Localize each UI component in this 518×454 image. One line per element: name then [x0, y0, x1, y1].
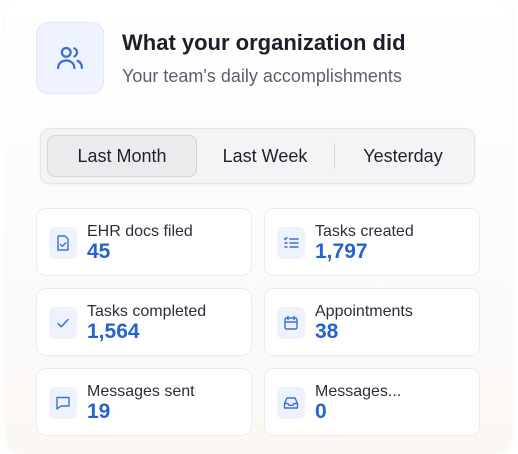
stat-value: 45	[87, 240, 111, 263]
tab-yesterday[interactable]: Yesterday	[337, 135, 469, 177]
stat-ehr-docs-filed: EHR docs filed 45	[36, 208, 252, 276]
message-icon	[49, 387, 77, 419]
stat-label: Messages sent	[87, 383, 195, 400]
stat-value: 19	[87, 400, 111, 423]
calendar-icon	[277, 307, 305, 339]
stat-tasks-completed: Tasks completed 1,564	[36, 288, 252, 356]
users-icon	[36, 22, 104, 94]
stat-messages-received: Messages... 0	[264, 368, 480, 436]
stat-label: Tasks created	[315, 223, 414, 240]
inbox-icon	[277, 387, 305, 419]
list-icon	[277, 227, 305, 259]
stat-label: Appointments	[315, 303, 413, 320]
stat-value: 1,564	[87, 320, 140, 343]
stat-label: EHR docs filed	[87, 223, 193, 240]
stat-value: 1,797	[315, 240, 368, 263]
stat-label: Messages...	[315, 383, 402, 400]
stat-value: 38	[315, 320, 339, 343]
period-selector: Last Month Last Week Yesterday	[40, 128, 475, 184]
stat-appointments: Appointments 38	[264, 288, 480, 356]
stat-messages-sent: Messages sent 19	[36, 368, 252, 436]
page-subtitle: Your team's daily accomplishments	[122, 66, 402, 86]
page-title: What your organization did	[122, 30, 406, 55]
document-check-icon	[49, 227, 77, 259]
tab-last-month[interactable]: Last Month	[47, 135, 197, 177]
check-icon	[49, 307, 77, 339]
stat-value: 0	[315, 400, 327, 423]
stat-tasks-created: Tasks created 1,797	[264, 208, 480, 276]
stat-label: Tasks completed	[87, 303, 207, 320]
tab-last-week[interactable]: Last Week	[199, 135, 331, 177]
segment-divider	[334, 143, 335, 169]
